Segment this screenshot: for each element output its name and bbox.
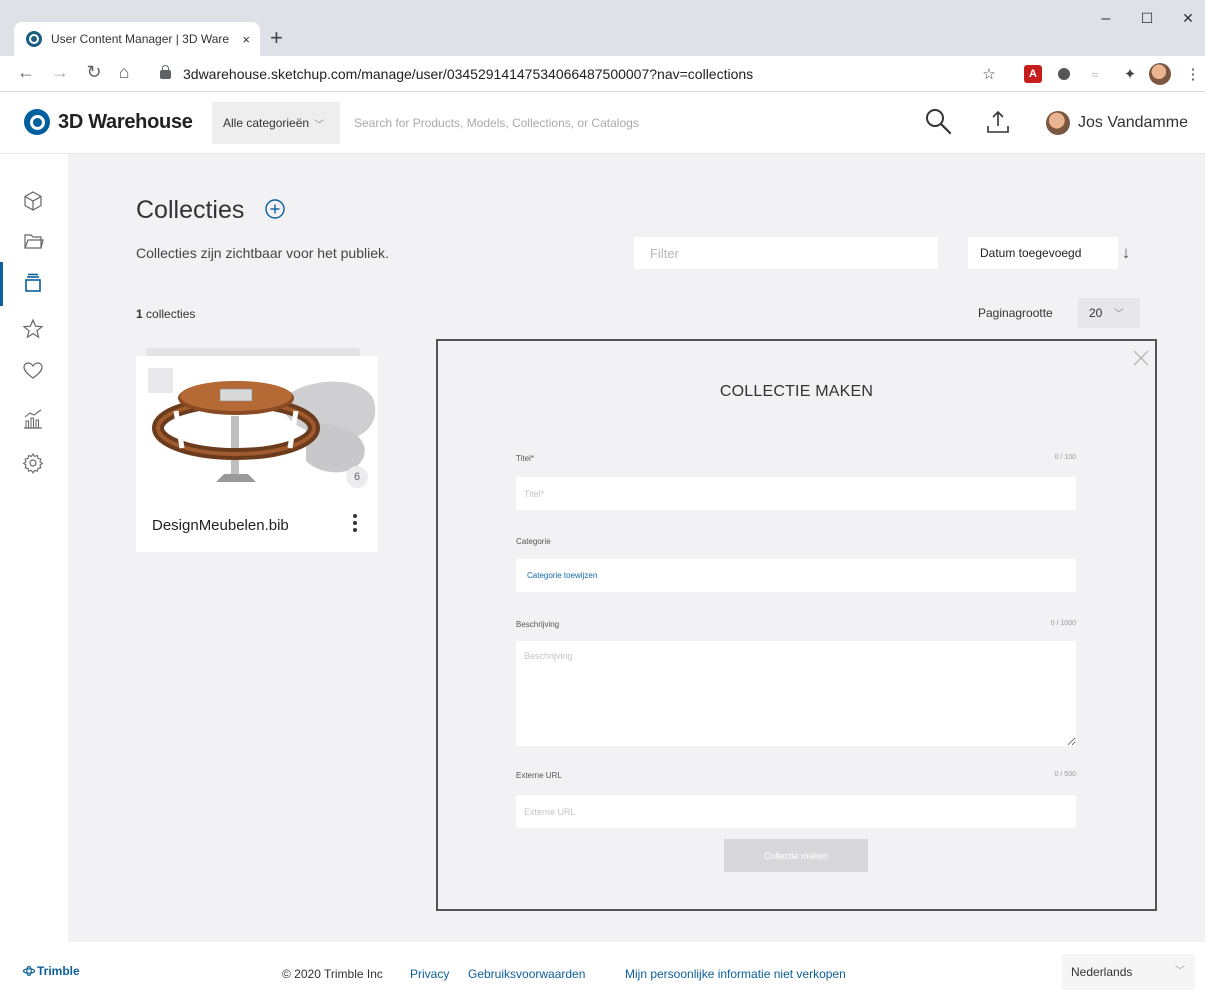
category-select[interactable]: Alle categorieën ﹀ bbox=[212, 102, 340, 144]
description-field[interactable] bbox=[516, 641, 1076, 746]
collection-count-number: 1 bbox=[136, 307, 143, 321]
create-collection-modal: COLLECTIE MAKEN Titel* 0 / 100 Categorie… bbox=[436, 339, 1157, 911]
sidebar-active-indicator bbox=[0, 262, 3, 306]
external-url-char-count: 0 / 500 bbox=[1054, 771, 1076, 778]
assign-category-field[interactable]: Categorie toewijzen bbox=[516, 559, 1076, 592]
chevron-down-icon: ﹀ bbox=[314, 119, 325, 131]
user-avatar[interactable] bbox=[1046, 111, 1070, 135]
lock-icon bbox=[160, 64, 171, 79]
sort-direction-arrow-icon[interactable]: ↓ bbox=[1118, 243, 1134, 263]
url-text: 3dwarehouse.sketchup.com/manage/user/034… bbox=[183, 66, 754, 82]
browser-tab-bar: User Content Manager | 3D Ware × + – ☐ ✕ bbox=[0, 0, 1205, 56]
card-select-checkbox[interactable] bbox=[148, 368, 173, 393]
forward-button[interactable]: → bbox=[50, 62, 70, 83]
chevron-down-icon: ﹀ bbox=[1175, 966, 1185, 977]
browser-menu-icon[interactable]: ⋮ bbox=[1182, 63, 1204, 85]
external-url-label: Externe URL bbox=[516, 771, 562, 780]
tab-title: User Content Manager | 3D Ware bbox=[51, 32, 230, 46]
brand-name: 3D Warehouse bbox=[58, 110, 193, 133]
add-collection-plus-icon[interactable] bbox=[264, 198, 286, 220]
category-select-label: Alle categorieën bbox=[223, 116, 310, 130]
trimble-mark-icon bbox=[23, 966, 35, 976]
browser-tab[interactable]: User Content Manager | 3D Ware × bbox=[14, 22, 260, 56]
external-url-field[interactable] bbox=[516, 795, 1076, 828]
page-subtitle: Collecties zijn zichtbaar voor het publi… bbox=[136, 245, 389, 261]
card-more-menu-icon[interactable] bbox=[350, 512, 360, 534]
analytics-icon[interactable] bbox=[22, 408, 44, 430]
back-button[interactable]: ← bbox=[16, 62, 36, 83]
close-window-button[interactable]: ✕ bbox=[1178, 10, 1198, 27]
modal-title: COLLECTIE MAKEN bbox=[719, 383, 874, 400]
description-label: Beschrijving bbox=[516, 620, 560, 629]
app-header: 3D Warehouse Alle categorieën ﹀ Jos Vand… bbox=[0, 92, 1205, 154]
brand-link[interactable]: 3D Warehouse bbox=[24, 109, 193, 135]
menu-dot bbox=[353, 528, 357, 532]
language-value: Nederlands bbox=[1071, 965, 1133, 979]
profile-avatar-icon[interactable] bbox=[1149, 63, 1171, 85]
warehouse-logo-icon bbox=[24, 109, 50, 135]
privacy-link[interactable]: Privacy bbox=[410, 967, 449, 981]
chevron-down-icon: ﹀ bbox=[1113, 309, 1124, 320]
folder-icon[interactable] bbox=[22, 230, 44, 252]
title-field[interactable] bbox=[516, 477, 1076, 510]
extension-leaf-icon[interactable]: ≈ bbox=[1084, 63, 1106, 85]
trimble-logo[interactable]: Trimble bbox=[23, 964, 80, 978]
page-size-value: 20 bbox=[1089, 306, 1103, 320]
collection-card[interactable]: 6 DesignMeubelen.bib bbox=[136, 356, 378, 552]
star-icon[interactable] bbox=[22, 318, 44, 340]
maximize-button[interactable]: ☐ bbox=[1137, 10, 1157, 27]
warehouse-favicon-icon bbox=[26, 31, 42, 47]
search-icon[interactable] bbox=[924, 107, 952, 135]
user-name[interactable]: Jos Vandamme bbox=[1078, 114, 1188, 132]
language-select[interactable]: Nederlands ﹀ bbox=[1062, 954, 1195, 990]
pdf-extension-icon[interactable]: A bbox=[1024, 65, 1042, 83]
do-not-sell-link[interactable]: Mijn persoonlijke informatie niet verkop… bbox=[625, 967, 846, 981]
reload-button[interactable]: ↻ bbox=[84, 62, 104, 83]
copyright-text: © 2020 Trimble Inc bbox=[282, 967, 383, 981]
sidebar bbox=[0, 154, 68, 942]
upload-icon[interactable] bbox=[985, 109, 1011, 135]
sort-select[interactable]: Datum toegevoegd bbox=[968, 237, 1118, 269]
address-bar[interactable]: 3dwarehouse.sketchup.com/manage/user/034… bbox=[150, 59, 960, 89]
create-collection-button[interactable]: Collectie maken bbox=[724, 839, 868, 872]
collection-count-label: collecties bbox=[146, 307, 196, 321]
collections-icon[interactable] bbox=[22, 272, 44, 294]
heart-icon[interactable] bbox=[22, 360, 44, 382]
footer: Trimble © 2020 Trimble Inc Privacy Gebru… bbox=[0, 942, 1205, 999]
page-size-label: Paginagrootte bbox=[978, 306, 1053, 320]
extensions-puzzle-icon[interactable]: ✦ bbox=[1119, 63, 1141, 85]
terms-link[interactable]: Gebruiksvoorwaarden bbox=[468, 967, 585, 981]
extension-circle-icon[interactable] bbox=[1058, 68, 1070, 80]
home-button[interactable]: ⌂ bbox=[114, 62, 134, 83]
trimble-logo-text: Trimble bbox=[37, 964, 80, 978]
bookmark-star-icon[interactable]: ☆ bbox=[978, 63, 1000, 85]
page-size-select[interactable]: 20 ﹀ bbox=[1078, 298, 1140, 328]
minimize-button[interactable]: – bbox=[1096, 10, 1116, 28]
collection-card-title[interactable]: DesignMeubelen.bib bbox=[152, 517, 289, 534]
search-input[interactable] bbox=[340, 102, 962, 144]
browser-toolbar: ← → ↻ ⌂ 3dwarehouse.sketchup.com/manage/… bbox=[0, 56, 1205, 92]
card-stack-decoration bbox=[146, 348, 360, 356]
collection-count: 1 collecties bbox=[136, 307, 195, 321]
description-char-count: 0 / 1000 bbox=[1050, 620, 1076, 627]
filter-input[interactable] bbox=[634, 237, 938, 269]
title-char-count: 0 / 100 bbox=[1054, 454, 1076, 461]
menu-dot bbox=[353, 514, 357, 518]
models-icon[interactable] bbox=[22, 190, 44, 212]
settings-gear-icon[interactable] bbox=[22, 452, 44, 474]
title-label: Titel* bbox=[516, 454, 534, 463]
page-title: Collecties bbox=[136, 196, 245, 224]
tab-close-icon[interactable]: × bbox=[242, 32, 250, 47]
modal-close-icon[interactable] bbox=[1132, 349, 1150, 367]
new-tab-button[interactable]: + bbox=[270, 24, 283, 52]
menu-dot bbox=[353, 521, 357, 525]
item-count-badge: 6 bbox=[346, 466, 368, 488]
category-label: Categorie bbox=[516, 537, 551, 546]
